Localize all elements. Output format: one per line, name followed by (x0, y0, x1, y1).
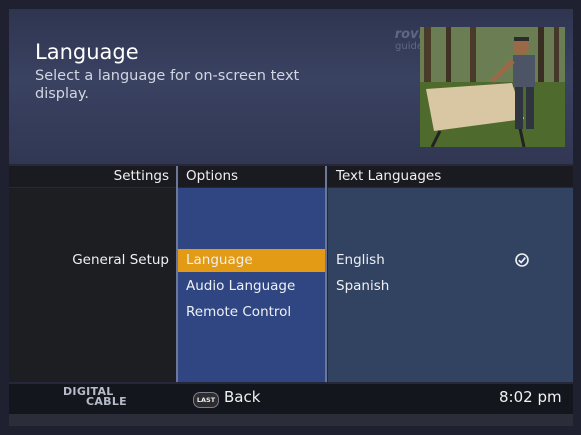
option-item-language[interactable]: Language (178, 249, 325, 272)
options-column-header: Options (186, 168, 239, 184)
guide-screen: Language Select a language for on-screen… (9, 9, 573, 426)
live-tv-preview (420, 27, 565, 147)
language-item-english[interactable]: English (336, 249, 385, 272)
values-column-header: Text Languages (336, 168, 442, 184)
option-item-audio-language[interactable]: Audio Language (186, 275, 295, 298)
settings-column (9, 188, 176, 382)
settings-column-header: Settings (113, 168, 169, 184)
language-item-spanish[interactable]: Spanish (336, 275, 389, 298)
settings-item-general-setup[interactable]: General Setup (9, 249, 169, 272)
page-title: Language (35, 40, 139, 64)
rovi-logo-text: rovi (394, 27, 423, 42)
clock-time: 8:02 pm (499, 388, 562, 406)
bottom-band (9, 414, 573, 426)
guide-logo-text: guide (395, 41, 423, 52)
column-headers: Settings Options Text Languages (9, 166, 573, 187)
last-button-icon[interactable]: LAST (193, 392, 219, 408)
column-divider (176, 166, 178, 382)
back-label[interactable]: Back (224, 388, 260, 406)
logo-line-cable: CABLE (86, 395, 127, 408)
live-tv-preview-image (420, 27, 565, 147)
column-divider (325, 166, 327, 382)
header-panel: Language Select a language for on-screen… (9, 9, 573, 164)
digital-cable-logo: DIGITAL CABLE (63, 386, 127, 408)
checkmark-circle-icon (515, 253, 529, 267)
option-item-remote-control[interactable]: Remote Control (186, 301, 291, 324)
rovi-guide-logo: rovi guide (383, 27, 423, 53)
page-subtitle: Select a language for on-screen text dis… (35, 68, 300, 102)
